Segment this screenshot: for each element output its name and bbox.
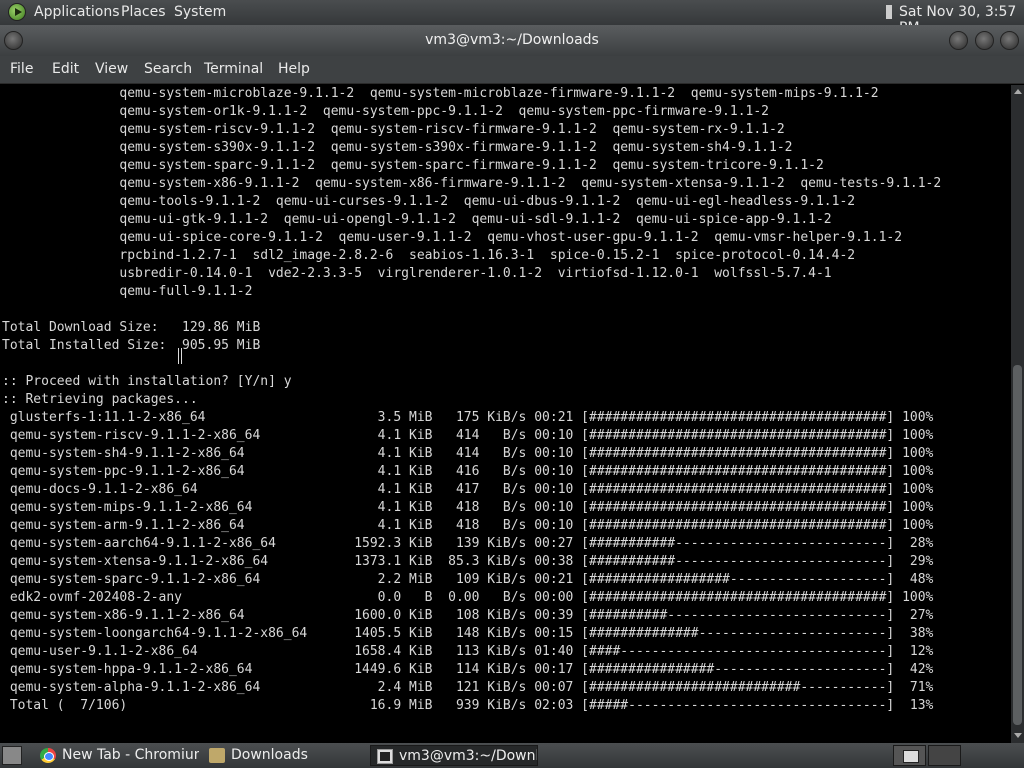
terminal-line: qemu-user-9.1.1-2-x86_64 1658.4 KiB 113 … — [2, 644, 934, 659]
terminal-line: Total Installed Size: 905.95 MiB — [2, 338, 261, 353]
terminal-scrollbar[interactable] — [1011, 85, 1024, 743]
task-chromium[interactable]: New Tab - Chromium — [34, 745, 199, 766]
task-terminal[interactable]: vm3@vm3:~/Downl... — [370, 745, 538, 766]
terminal-line: Total Download Size: 129.86 MiB — [2, 320, 261, 335]
top-panel: Applications Places System Sat Nov 30, 3… — [0, 0, 1024, 36]
menu-file[interactable]: File — [10, 61, 33, 77]
terminal-line: qemu-system-microblaze-9.1.1-2 qemu-syst… — [2, 86, 879, 101]
menu-help[interactable]: Help — [278, 61, 310, 77]
terminal-line: qemu-full-9.1.1-2 — [2, 284, 253, 299]
terminal-line: edk2-ovmf-202408-2-any 0.0 B 0.00 B/s 00… — [2, 590, 934, 605]
task-downloads[interactable]: Downloads — [203, 745, 363, 766]
terminal-line: qemu-system-ppc-9.1.1-2-x86_64 4.1 KiB 4… — [2, 464, 934, 479]
terminal-line: qemu-tools-9.1.1-2 qemu-ui-curses-9.1.1-… — [2, 194, 856, 209]
close-button[interactable] — [1000, 31, 1019, 50]
terminal-line: :: Proceed with installation? [Y/n] y — [2, 374, 292, 389]
terminal-line: qemu-system-riscv-9.1.1-2-x86_64 4.1 KiB… — [2, 428, 934, 443]
terminal-line: qemu-ui-spice-core-9.1.1-2 qemu-user-9.1… — [2, 230, 903, 245]
terminal-line: qemu-system-s390x-9.1.1-2 qemu-system-s3… — [2, 140, 793, 155]
terminal-icon — [377, 749, 393, 764]
workspace-2-button[interactable] — [928, 745, 961, 766]
window-titlebar[interactable]: vm3@vm3:~/Downloads — [0, 25, 1024, 56]
terminal-line: qemu-system-alpha-9.1.1-2-x86_64 2.4 MiB… — [2, 680, 934, 695]
menu-edit[interactable]: Edit — [52, 61, 79, 77]
terminal-line: qemu-system-or1k-9.1.1-2 qemu-system-ppc… — [2, 104, 770, 119]
terminal-line: qemu-ui-gtk-9.1.1-2 qemu-ui-opengl-9.1.1… — [2, 212, 832, 227]
show-desktop-icon[interactable] — [2, 746, 22, 765]
terminal-line: :: Retrieving packages... — [2, 392, 198, 407]
terminal-line: Total ( 7/106) 16.9 MiB 939 KiB/s 02:03 … — [2, 698, 934, 713]
terminal-line: qemu-system-riscv-9.1.1-2 qemu-system-ri… — [2, 122, 785, 137]
scrollbar-thumb[interactable] — [1013, 365, 1022, 725]
minimize-button[interactable] — [949, 31, 968, 50]
terminal-line: qemu-system-arm-9.1.1-2-x86_64 4.1 KiB 4… — [2, 518, 934, 533]
task-chromium-label: New Tab - Chromium — [62, 747, 199, 763]
terminal-line: qemu-system-x86-9.1.1-2-x86_64 1600.0 Ki… — [2, 608, 934, 623]
bottom-taskbar: New Tab - Chromium Downloads vm3@vm3:~/D… — [0, 743, 1024, 768]
terminal-line: qemu-system-sh4-9.1.1-2-x86_64 4.1 KiB 4… — [2, 446, 934, 461]
terminal-line: qemu-system-sparc-9.1.1-2-x86_64 2.2 MiB… — [2, 572, 934, 587]
chromium-icon — [40, 748, 56, 763]
folder-icon — [209, 748, 225, 763]
menu-search[interactable]: Search — [144, 61, 192, 77]
system-menu[interactable]: System — [174, 4, 226, 20]
applications-menu[interactable]: Applications — [34, 4, 120, 20]
scroll-up-icon[interactable] — [1011, 85, 1024, 99]
terminal-line: qemu-docs-9.1.1-2-x86_64 4.1 KiB 417 B/s… — [2, 482, 934, 497]
terminal-menubar: File Edit View Search Terminal Help — [0, 56, 1024, 84]
distro-logo-icon[interactable] — [8, 3, 26, 21]
terminal-line: qemu-system-xtensa-9.1.1-2-x86_64 1373.1… — [2, 554, 934, 569]
terminal-line: qemu-system-sparc-9.1.1-2 qemu-system-sp… — [2, 158, 824, 173]
menu-terminal[interactable]: Terminal — [204, 61, 263, 77]
task-downloads-label: Downloads — [231, 747, 308, 763]
terminal-line: glusterfs-1:11.1-2-x86_64 3.5 MiB 175 Ki… — [2, 410, 934, 425]
maximize-button[interactable] — [975, 31, 994, 50]
places-menu[interactable]: Places — [121, 4, 166, 20]
terminal-output[interactable]: qemu-system-microblaze-9.1.1-2 qemu-syst… — [0, 85, 1011, 743]
terminal-line: usbredir-0.14.0-1 vde2-2.3.3-5 virglrend… — [2, 266, 832, 281]
terminal-line: qemu-system-x86-9.1.1-2 qemu-system-x86-… — [2, 176, 942, 191]
terminal-line: qemu-system-mips-9.1.1-2-x86_64 4.1 KiB … — [2, 500, 934, 515]
task-terminal-label: vm3@vm3:~/Downl... — [399, 748, 538, 764]
terminal-line: rpcbind-1.2.7-1 sdl2_image-2.8.2-6 seabi… — [2, 248, 856, 263]
text-cursor-icon — [178, 348, 182, 364]
terminal-line: qemu-system-hppa-9.1.1-2-x86_64 1449.6 K… — [2, 662, 934, 677]
terminal-line: qemu-system-aarch64-9.1.1-2-x86_64 1592.… — [2, 536, 934, 551]
window-title: vm3@vm3:~/Downloads — [425, 32, 599, 48]
scroll-down-icon[interactable] — [1011, 729, 1024, 743]
tray-indicator-icon[interactable] — [886, 5, 892, 19]
workspace-1-button[interactable] — [893, 745, 926, 766]
menu-view[interactable]: View — [95, 61, 128, 77]
terminal-line: qemu-system-loongarch64-9.1.1-2-x86_64 1… — [2, 626, 934, 641]
